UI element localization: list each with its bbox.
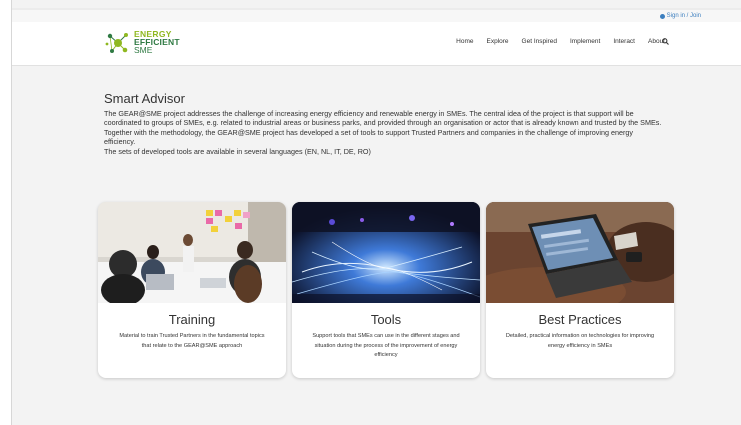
signin-link[interactable]: Sign in / Join (659, 13, 701, 19)
tools-photo (292, 202, 480, 303)
training-photo (98, 202, 286, 303)
card-tools[interactable]: Tools Support tools that SMEs can use in… (292, 202, 480, 378)
nav-item-get-inspired[interactable]: Get Inspired (522, 38, 557, 45)
site-logo[interactable]: ENERGY EFFICIENT SME (104, 29, 194, 59)
card-training[interactable]: Training Material to train Trusted Partn… (98, 202, 286, 378)
intro-paragraph-2: Together with the methodology, the GEAR@… (104, 128, 633, 146)
signin-label[interactable]: Sign in / Join (667, 13, 701, 19)
card-best-practices[interactable]: Best Practices Detailed, practical infor… (486, 202, 674, 378)
window-left-edge (0, 0, 12, 425)
logo-line-3: SME (134, 45, 153, 55)
main-content: Smart Advisor The GEAR@SME project addre… (12, 66, 741, 425)
card-desc-training: Material to train Trusted Partners in th… (119, 333, 265, 349)
site-header: ENERGY EFFICIENT SME Home Explore Get In… (12, 22, 741, 66)
main-nav: Home Explore Get Inspired Implement Inte… (456, 38, 665, 45)
gear-network-icon (105, 33, 128, 53)
card-title-tools[interactable]: Tools (292, 312, 480, 327)
nav-item-home[interactable]: Home (456, 38, 473, 45)
logo-wordmark: ENERGY EFFICIENT SME (134, 30, 180, 55)
intro-paragraph-1: The GEAR@SME project addresses the chall… (104, 109, 662, 127)
card-desc-best-practices: Detailed, practical information on techn… (505, 333, 655, 349)
intro-text: The GEAR@SME project addresses the chall… (104, 109, 664, 159)
intro-paragraph-3: The sets of developed tools are availabl… (104, 147, 371, 157)
card-title-best-practices[interactable]: Best Practices (486, 312, 674, 327)
page-title: Smart Advisor (104, 91, 185, 106)
nav-item-interact[interactable]: Interact (613, 38, 635, 45)
nav-item-implement[interactable]: Implement (570, 38, 600, 45)
user-icon (659, 13, 665, 19)
card-title-training[interactable]: Training (98, 312, 286, 327)
best-practices-photo (486, 202, 674, 303)
card-desc-tools: Support tools that SMEs can use in the d… (312, 333, 460, 358)
tool-cards: Training Material to train Trusted Partn… (98, 202, 674, 378)
nav-item-explore[interactable]: Explore (486, 38, 508, 45)
search-icon[interactable] (662, 38, 669, 45)
